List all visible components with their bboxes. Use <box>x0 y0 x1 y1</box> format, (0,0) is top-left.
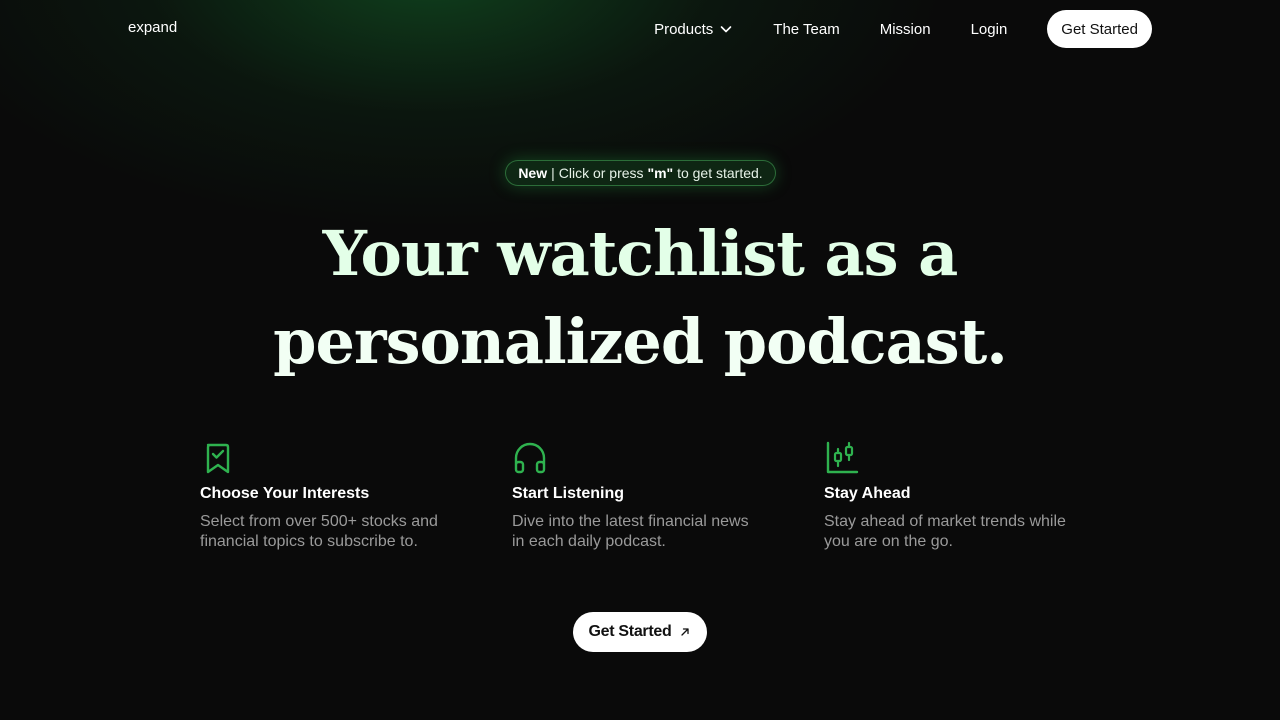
nav-products[interactable]: Products <box>654 21 733 38</box>
nav-links: Products The Team Mission Login Get Star… <box>654 10 1152 48</box>
get-started-button[interactable]: Get Started <box>573 612 707 652</box>
features-row: Choose Your Interests Select from over 5… <box>200 440 1136 552</box>
nav-login[interactable]: Login <box>971 21 1008 38</box>
nav-get-started-button[interactable]: Get Started <box>1047 10 1152 48</box>
hero-headline-line2: personalized podcast. <box>273 305 1008 378</box>
get-started-label: Get Started <box>588 623 672 640</box>
hero-headline-line1: Your watchlist as a <box>322 217 959 290</box>
feature-description: Select from over 500+ stocks and financi… <box>200 513 438 550</box>
arrow-up-right-icon <box>679 626 691 638</box>
new-announcement-badge[interactable]: New | Click or press "m" to get started. <box>505 160 776 186</box>
badge-text-after: to get started. <box>677 165 763 181</box>
nav-mission[interactable]: Mission <box>880 21 931 38</box>
feature-start-listening: Start Listening Dive into the latest fin… <box>512 440 824 552</box>
candlestick-chart-icon <box>826 441 859 474</box>
top-nav: expand Products The Team Mission Login G… <box>0 0 1280 58</box>
nav-the-team[interactable]: The Team <box>773 21 839 38</box>
logo[interactable]: expand <box>128 19 177 36</box>
hero-headline: Your watchlist as a personalized podcast… <box>0 210 1280 386</box>
chevron-down-icon <box>719 22 733 36</box>
feature-title: Choose Your Interests <box>200 485 370 502</box>
feature-title: Stay Ahead <box>824 485 911 502</box>
feature-description: Stay ahead of market trends while you ar… <box>824 513 1066 550</box>
badge-separator: | <box>551 165 555 181</box>
badge-key: "m" <box>647 165 674 181</box>
badge-new-label: New <box>518 165 548 181</box>
feature-title: Start Listening <box>512 485 625 502</box>
headphones-icon <box>514 442 546 474</box>
badge-text-before: Click or press <box>558 165 644 181</box>
feature-description: Dive into the latest financial news in e… <box>512 513 749 550</box>
feature-stay-ahead: Stay Ahead Stay ahead of market trends w… <box>824 440 1136 552</box>
bookmark-check-icon <box>206 443 230 474</box>
feature-choose-interests: Choose Your Interests Select from over 5… <box>200 440 512 552</box>
nav-products-label: Products <box>654 20 714 38</box>
